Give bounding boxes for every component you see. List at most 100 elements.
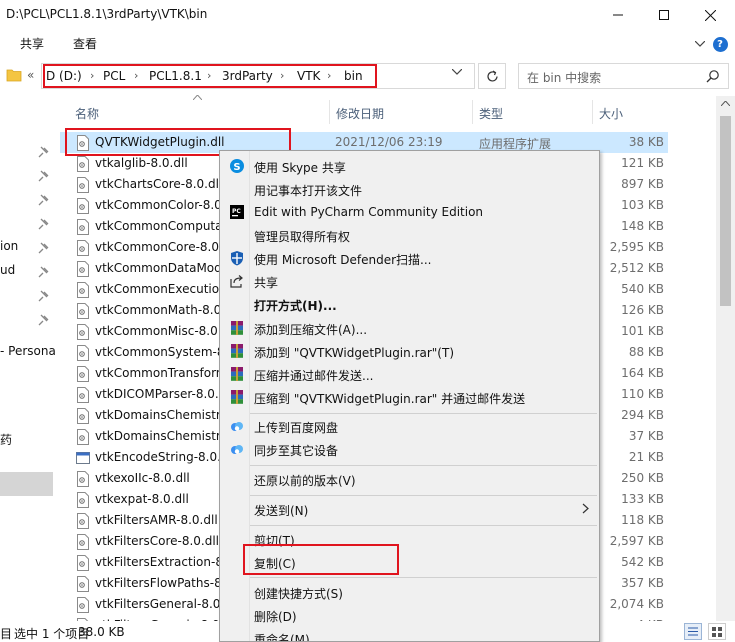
pin-icon[interactable] xyxy=(38,314,50,326)
file-size: 357 KB xyxy=(621,576,664,590)
winrar-icon xyxy=(231,321,243,335)
breadcrumb-separator[interactable]: › xyxy=(327,69,331,82)
menu-item-6[interactable]: 共享 xyxy=(220,270,599,292)
scrollbar-thumb[interactable] xyxy=(720,116,731,306)
menu-item-label: 使用 Microsoft Defender扫描... xyxy=(254,253,432,267)
pin-icon[interactable] xyxy=(38,290,50,302)
menu-item-20[interactable]: 重命名(M) xyxy=(220,627,599,641)
menu-item-19[interactable]: 删除(D) xyxy=(220,604,599,626)
pin-icon[interactable] xyxy=(38,170,50,182)
column-divider[interactable] xyxy=(329,100,330,124)
minimize-button[interactable] xyxy=(595,0,641,30)
menu-item-18[interactable]: 创建快捷方式(S) xyxy=(220,581,599,603)
menu-item-11[interactable]: 压缩到 "QVTKWidgetPlugin.rar" 并通过邮件发送 xyxy=(220,386,599,408)
breadcrumb-separator[interactable]: › xyxy=(90,69,94,82)
ribbon-collapse-button[interactable] xyxy=(692,36,708,52)
menu-item-label: 打开方式(H)... xyxy=(254,299,337,313)
file-name: vtkCommonMath-8.0.dll xyxy=(95,303,219,317)
dll-file-icon xyxy=(77,387,89,403)
menu-item-label: 同步至其它设备 xyxy=(254,444,339,458)
menu-item-10[interactable]: 压缩并通过邮件发送... xyxy=(220,363,599,385)
close-button[interactable] xyxy=(687,0,733,30)
nav-item[interactable]: ion xyxy=(0,239,18,253)
file-name: vtkCommonColor-8.0.dll xyxy=(95,198,219,212)
search-input[interactable]: 在 bin 中搜索 xyxy=(518,63,729,89)
menu-item-12[interactable]: 上传到百度网盘 xyxy=(220,415,599,437)
tab-share[interactable]: 共享 xyxy=(20,35,44,52)
tab-view[interactable]: 查看 xyxy=(73,35,97,52)
dll-file-icon xyxy=(77,492,89,508)
file-name: vtkCommonDataModel-8.0.dll xyxy=(95,261,219,275)
column-header-type[interactable]: 类型 xyxy=(479,105,503,122)
column-divider[interactable] xyxy=(592,100,593,124)
file-name: vtkCommonExecutionModel-8.0.dll xyxy=(95,282,219,296)
menu-item-5[interactable]: 使用 Microsoft Defender扫描... xyxy=(220,247,599,269)
menu-item-3[interactable]: PC Edit with PyCharm Community Edition xyxy=(220,201,599,223)
file-size: 110 KB xyxy=(621,387,664,401)
menu-item-2[interactable]: 用记事本打开该文件 xyxy=(220,178,599,200)
file-size: 126 KB xyxy=(621,303,664,317)
refresh-button[interactable] xyxy=(478,63,506,89)
dll-file-icon xyxy=(77,408,89,424)
menu-item-8[interactable]: 添加到压缩文件(A)... xyxy=(220,317,599,339)
menu-item-label: 删除(D) xyxy=(254,610,297,624)
menu-item-13[interactable]: 同步至其它设备 xyxy=(220,438,599,460)
pin-icon[interactable] xyxy=(38,194,50,206)
breadcrumb-separator[interactable]: › xyxy=(207,69,211,82)
breadcrumb-pcl181[interactable]: PCL1.8.1 xyxy=(149,69,202,83)
column-divider[interactable] xyxy=(472,100,473,124)
file-name: vtkCommonCore-8.0.dll xyxy=(95,240,219,254)
menu-item-14[interactable]: 还原以前的版本(V) xyxy=(220,468,599,490)
file-size: 88 KB xyxy=(628,345,664,359)
breadcrumb-bin[interactable]: bin xyxy=(344,69,363,83)
large-icons-view-button[interactable] xyxy=(708,623,726,640)
scroll-up-icon[interactable] xyxy=(721,101,730,106)
pin-icon[interactable] xyxy=(38,242,50,254)
column-header-date[interactable]: 修改日期 xyxy=(336,105,384,122)
menu-item-15[interactable]: 发送到(N) xyxy=(220,498,599,520)
menu-item-1[interactable]: S 使用 Skype 共享 xyxy=(220,155,599,177)
dll-file-icon xyxy=(77,303,89,319)
menu-separator xyxy=(250,495,597,496)
details-view-button[interactable] xyxy=(684,623,702,640)
nav-item[interactable]: ud xyxy=(0,263,15,277)
breadcrumb-3rdparty[interactable]: 3rdParty xyxy=(222,69,273,83)
address-dropdown-icon[interactable] xyxy=(452,69,462,75)
pin-icon[interactable] xyxy=(38,218,50,230)
column-header-size[interactable]: 大小 xyxy=(599,105,623,122)
vertical-scrollbar[interactable] xyxy=(716,96,735,621)
breadcrumb-vtk[interactable]: VTK xyxy=(297,69,320,83)
column-header-name[interactable]: 名称 xyxy=(75,105,99,122)
menu-item-4[interactable]: 管理员取得所有权 xyxy=(220,224,599,246)
breadcrumb-separator[interactable]: › xyxy=(134,69,138,82)
pin-icon[interactable] xyxy=(38,146,50,158)
menu-item-label: 使用 Skype 共享 xyxy=(254,161,346,175)
menu-item-7[interactable]: 打开方式(H)... xyxy=(220,293,599,315)
pin-icon[interactable] xyxy=(38,266,50,278)
breadcrumb-pcl[interactable]: PCL xyxy=(103,69,125,83)
nav-item[interactable]: - Persona xyxy=(0,344,56,358)
menu-item-label: 压缩并通过邮件发送... xyxy=(254,369,374,383)
menu-item-9[interactable]: 添加到 "QVTKWidgetPlugin.rar"(T) xyxy=(220,340,599,362)
search-icon xyxy=(706,70,719,83)
exe-file-icon xyxy=(76,452,90,464)
details-view-icon xyxy=(688,627,698,636)
baidu-cloud-icon xyxy=(231,445,243,454)
dll-file-icon xyxy=(77,429,89,445)
maximize-button[interactable] xyxy=(641,0,687,30)
nav-item[interactable]: 药 xyxy=(0,431,12,448)
file-size: 133 KB xyxy=(621,492,664,506)
help-button[interactable]: ? xyxy=(712,36,728,52)
file-size: 542 KB xyxy=(621,555,664,569)
file-size: 38 KB xyxy=(628,135,664,149)
maximize-icon xyxy=(659,10,669,20)
breadcrumb-drive[interactable]: D (D:) xyxy=(46,69,82,83)
breadcrumb-overflow[interactable]: « xyxy=(27,68,34,82)
file-size: 21 KB xyxy=(628,450,664,464)
breadcrumb-separator[interactable]: › xyxy=(280,69,284,82)
svg-text:PC: PC xyxy=(232,208,241,215)
nav-item-selected[interactable] xyxy=(0,472,53,496)
large-icons-view-icon xyxy=(712,627,722,637)
menu-item-label: 管理员取得所有权 xyxy=(254,230,351,244)
menu-item-label: 还原以前的版本(V) xyxy=(254,474,356,488)
